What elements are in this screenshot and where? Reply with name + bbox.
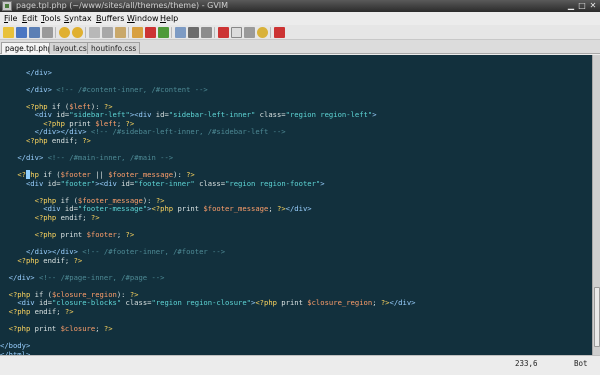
run-ctags-icon[interactable]: [231, 27, 242, 38]
save-icon[interactable]: [16, 27, 27, 38]
menu-edit[interactable]: Edit: [22, 12, 38, 25]
menu-buffers[interactable]: Buffers: [96, 12, 124, 25]
scrollbar-thumb[interactable]: [594, 287, 600, 347]
menu-window-label: indow: [134, 14, 159, 23]
close-button[interactable]: ✕: [588, 1, 598, 11]
save-all-icon[interactable]: [29, 27, 40, 38]
find-next-icon[interactable]: [145, 27, 156, 38]
cut-icon[interactable]: [89, 27, 100, 38]
code-line: <?php endif; ?>: [17, 255, 83, 265]
code-line: <?php endif; ?>: [8, 306, 74, 316]
maximize-button[interactable]: □: [577, 1, 587, 11]
menu-help[interactable]: Help: [160, 12, 178, 25]
find-prev-icon[interactable]: [158, 27, 169, 38]
code-line: </div> <!-- /#content-inner, /#content -…: [25, 84, 208, 94]
cursor-position: 233,6: [515, 359, 538, 368]
code-line: <?php endif; ?>: [34, 212, 100, 222]
code-line: <?php print $closure; ?>: [8, 324, 113, 334]
menu-buffers-label: uffers: [101, 14, 125, 23]
toolbar-separator: [171, 27, 172, 38]
jump-tag-icon[interactable]: [244, 27, 255, 38]
menu-edit-label: dit: [27, 14, 38, 23]
toolbar-separator: [270, 27, 271, 38]
code-line: </div> <!-- /#main-inner, /#main -->: [17, 153, 174, 163]
menu-tools-label: ools: [44, 14, 61, 23]
open-icon[interactable]: [3, 27, 14, 38]
menu-help-label: elp: [166, 14, 179, 23]
menu-tools[interactable]: Tools: [41, 12, 61, 25]
window-title: page.tpl.php (~/www/sites/all/themes/the…: [16, 1, 229, 10]
menu-file-label: ile: [8, 14, 18, 23]
menu-window-mnemonic: W: [127, 14, 135, 23]
toolbar: [0, 25, 600, 40]
toolbar-separator: [128, 27, 129, 38]
undo-icon[interactable]: [59, 27, 70, 38]
code-line: </div> <!-- /#page-inner, /#page -->: [8, 272, 165, 282]
run-script-icon[interactable]: [201, 27, 212, 38]
toolbar-separator: [214, 27, 215, 38]
status-line: 233,6 Bot: [0, 355, 600, 375]
help-icon[interactable]: [257, 27, 268, 38]
menu-file[interactable]: File: [4, 12, 17, 25]
gvim-app-icon: [2, 1, 12, 11]
menu-window[interactable]: Window: [127, 12, 159, 25]
toolbar-separator: [85, 27, 86, 38]
print-icon[interactable]: [42, 27, 53, 38]
copy-icon[interactable]: [102, 27, 113, 38]
code-line: <?php print $footer; ?>: [34, 230, 135, 239]
minimize-button[interactable]: ▁: [566, 1, 576, 11]
code-line: <div id="footer"><div id="footer-inner" …: [25, 178, 325, 188]
vertical-scrollbar[interactable]: [592, 55, 600, 355]
window-title-bar: page.tpl.php (~/www/sites/all/themes/the…: [0, 0, 600, 12]
tab-houtinfo-css[interactable]: houtinfo.css: [87, 42, 141, 54]
toolbar-separator: [55, 27, 56, 38]
save-session-icon[interactable]: [188, 27, 199, 38]
find-replace-icon[interactable]: [132, 27, 143, 38]
tab-bar: page.tpl.php layout.css houtinfo.css: [0, 40, 600, 54]
redo-icon[interactable]: [72, 27, 83, 38]
load-session-icon[interactable]: [175, 27, 186, 38]
code-line: <?php endif; ?>: [25, 135, 91, 145]
menu-syntax-label: yntax: [69, 14, 92, 23]
editor-text-area[interactable]: </div> </div> <!-- /#content-inner, /#co…: [0, 55, 592, 355]
code-line: </div>: [25, 67, 52, 77]
paste-icon[interactable]: [115, 27, 126, 38]
menu-bar: File Edit Tools Syntax Buffers Window He…: [0, 12, 600, 25]
menu-syntax[interactable]: Syntax: [64, 12, 92, 25]
find-help-icon[interactable]: [274, 27, 285, 38]
scroll-location: Bot: [574, 359, 588, 368]
make-icon[interactable]: [218, 27, 229, 38]
